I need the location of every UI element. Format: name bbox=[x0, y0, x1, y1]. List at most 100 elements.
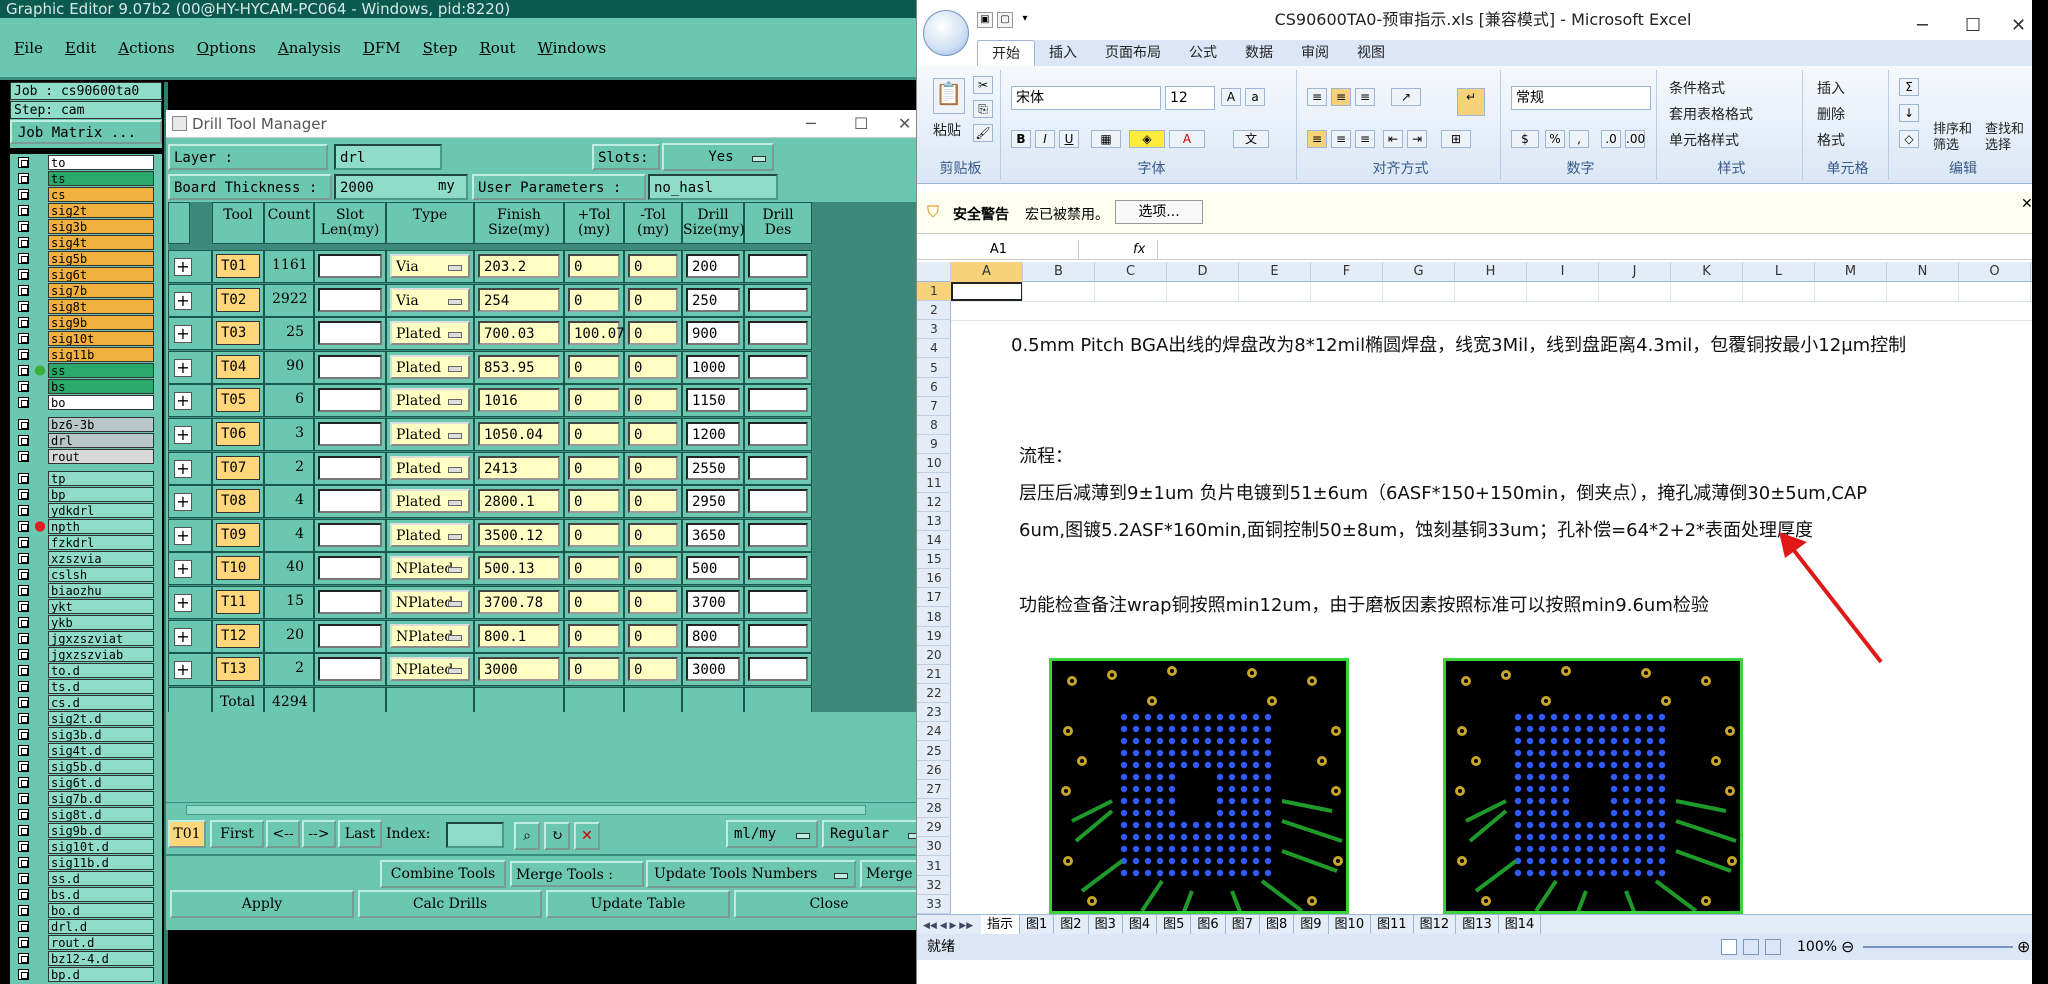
row-header[interactable]: 6 bbox=[917, 378, 951, 397]
layer-checkbox[interactable] bbox=[18, 418, 29, 430]
copy-icon[interactable]: ⎘ bbox=[973, 100, 993, 118]
layer-row[interactable]: to bbox=[10, 154, 162, 170]
menu-windows[interactable]: Windows bbox=[537, 39, 606, 57]
layer-checkbox[interactable] bbox=[18, 936, 29, 948]
expand-row-icon[interactable]: + bbox=[174, 426, 192, 444]
layer-row[interactable]: sig5b.d bbox=[10, 758, 162, 774]
layer-row[interactable]: jgxzszviat bbox=[10, 630, 162, 646]
layer-checkbox[interactable] bbox=[18, 156, 29, 168]
layer-checkbox[interactable] bbox=[18, 504, 29, 516]
row-header[interactable]: 24 bbox=[917, 722, 951, 742]
layer-row[interactable]: sig9b bbox=[10, 314, 162, 330]
apply-button[interactable]: Apply bbox=[170, 890, 354, 918]
minus-tolerance-input[interactable]: 0 bbox=[628, 388, 678, 413]
fill-icon[interactable]: ↓ bbox=[1899, 104, 1919, 122]
layer-row[interactable]: sig4t.d bbox=[10, 742, 162, 758]
expand-row-icon[interactable]: + bbox=[174, 258, 192, 276]
column-header-H[interactable]: H bbox=[1455, 262, 1527, 282]
tool-type-select[interactable]: Plated bbox=[390, 489, 470, 514]
worksheet-grid[interactable]: 0.5mm Pitch BGA出线的焊盘改为8*12mil椭圆焊盘，线宽3Mil… bbox=[951, 282, 2033, 914]
row-header[interactable]: 27 bbox=[917, 780, 951, 799]
number-format-select[interactable]: 常规 bbox=[1511, 86, 1651, 110]
layer-row[interactable]: cslsh bbox=[10, 566, 162, 582]
increase-decimal-icon[interactable]: .0 bbox=[1601, 130, 1621, 148]
column-header-F[interactable]: F bbox=[1311, 262, 1383, 282]
mode-select[interactable]: Regular bbox=[822, 820, 930, 848]
column-header-C[interactable]: C bbox=[1095, 262, 1167, 282]
row-header[interactable]: 13 bbox=[917, 512, 951, 531]
expand-row-icon[interactable]: + bbox=[174, 358, 192, 377]
close-icon[interactable]: ✕ bbox=[898, 110, 911, 138]
close-warning-icon[interactable]: ✕ bbox=[2021, 196, 2033, 212]
border-icon[interactable]: ▦ bbox=[1091, 130, 1121, 148]
tool-type-select[interactable]: NPlated bbox=[390, 590, 470, 614]
finish-size-input[interactable]: 853.95 bbox=[478, 354, 560, 379]
plus-tolerance-input[interactable]: 0 bbox=[568, 590, 620, 614]
sheet-tab[interactable]: 图2 bbox=[1054, 915, 1089, 934]
plus-tolerance-input[interactable]: 0 bbox=[568, 556, 620, 581]
layer-checkbox[interactable] bbox=[18, 840, 29, 852]
ribbon-tab-2[interactable]: 页面布局 bbox=[1091, 40, 1175, 66]
sheet-tab[interactable]: 图3 bbox=[1089, 915, 1123, 934]
delete-cells-button[interactable]: 删除 bbox=[1817, 104, 1845, 124]
layer-row[interactable]: rout bbox=[10, 448, 162, 464]
font-size-select[interactable]: 12 bbox=[1165, 86, 1215, 110]
normal-view-icon[interactable] bbox=[1721, 939, 1737, 955]
row-header[interactable]: 26 bbox=[917, 761, 951, 780]
layer-row[interactable]: npth bbox=[10, 518, 162, 534]
layer-row[interactable]: jgxzszviab bbox=[10, 646, 162, 662]
finish-size-input[interactable]: 2800.1 bbox=[478, 489, 560, 514]
slot-length-input[interactable] bbox=[318, 657, 382, 682]
minus-tolerance-input[interactable]: 0 bbox=[628, 522, 678, 547]
layer-checkbox[interactable] bbox=[18, 172, 29, 184]
menu-rout[interactable]: Rout bbox=[479, 39, 515, 57]
paste-button[interactable]: 粘贴 bbox=[933, 120, 961, 140]
slot-length-input[interactable] bbox=[318, 556, 382, 581]
slot-length-input[interactable] bbox=[318, 455, 382, 480]
ribbon-tab-0[interactable]: 开始 bbox=[977, 40, 1035, 66]
layer-checkbox[interactable] bbox=[18, 888, 29, 900]
tool-type-select[interactable]: Via bbox=[390, 254, 470, 278]
ribbon-tab-4[interactable]: 数据 bbox=[1231, 40, 1287, 66]
office-button-icon[interactable] bbox=[923, 10, 969, 56]
finish-size-input[interactable]: 3700.78 bbox=[478, 590, 560, 614]
layer-checkbox[interactable] bbox=[18, 284, 29, 296]
zoom-slider[interactable] bbox=[1863, 946, 2013, 948]
drill-designator-input[interactable] bbox=[748, 422, 808, 446]
decrease-indent-icon[interactable]: ⇤ bbox=[1383, 130, 1403, 148]
finish-size-input[interactable]: 500.13 bbox=[478, 556, 560, 581]
layer-checkbox[interactable] bbox=[18, 568, 29, 580]
tool-type-select[interactable]: NPlated bbox=[390, 657, 470, 682]
sheet-tab[interactable]: 指示 bbox=[981, 915, 1021, 934]
column-header-G[interactable]: G bbox=[1383, 262, 1455, 282]
minus-tolerance-input[interactable]: 0 bbox=[628, 254, 678, 278]
row-header[interactable]: 10 bbox=[917, 454, 951, 474]
layer-checkbox[interactable] bbox=[18, 600, 29, 612]
minus-tolerance-input[interactable]: 0 bbox=[628, 590, 678, 614]
layer-checkbox[interactable] bbox=[18, 792, 29, 804]
layer-checkbox[interactable] bbox=[18, 236, 29, 248]
column-header-J[interactable]: J bbox=[1599, 262, 1671, 282]
drill-designator-input[interactable] bbox=[748, 287, 808, 312]
plus-tolerance-input[interactable]: 0 bbox=[568, 489, 620, 514]
row-header[interactable]: 2 bbox=[917, 301, 951, 321]
drill-designator-input[interactable] bbox=[748, 388, 808, 413]
new-document-icon[interactable]: ▢ bbox=[997, 12, 1013, 28]
slot-length-input[interactable] bbox=[318, 590, 382, 614]
plus-tolerance-input[interactable]: 0 bbox=[568, 254, 620, 278]
layer-checkbox[interactable] bbox=[18, 616, 29, 628]
autosum-icon[interactable]: Σ bbox=[1899, 78, 1919, 96]
font-color-icon[interactable]: A bbox=[1169, 130, 1205, 148]
layer-checkbox[interactable] bbox=[18, 856, 29, 868]
menu-options[interactable]: Options bbox=[197, 39, 256, 57]
layer-row[interactable]: sig10t.d bbox=[10, 838, 162, 854]
drill-size-input[interactable]: 900 bbox=[686, 321, 740, 346]
layer-row[interactable]: bz12-4.d bbox=[10, 950, 162, 966]
row-header[interactable]: 33 bbox=[917, 895, 951, 914]
drill-designator-input[interactable] bbox=[748, 623, 808, 648]
row-header[interactable]: 19 bbox=[917, 627, 951, 646]
expand-row-icon[interactable]: + bbox=[174, 526, 192, 545]
sheet-tab[interactable]: 图4 bbox=[1123, 915, 1158, 934]
drill-designator-input[interactable] bbox=[748, 556, 808, 581]
formula-input[interactable] bbox=[1157, 240, 2037, 260]
